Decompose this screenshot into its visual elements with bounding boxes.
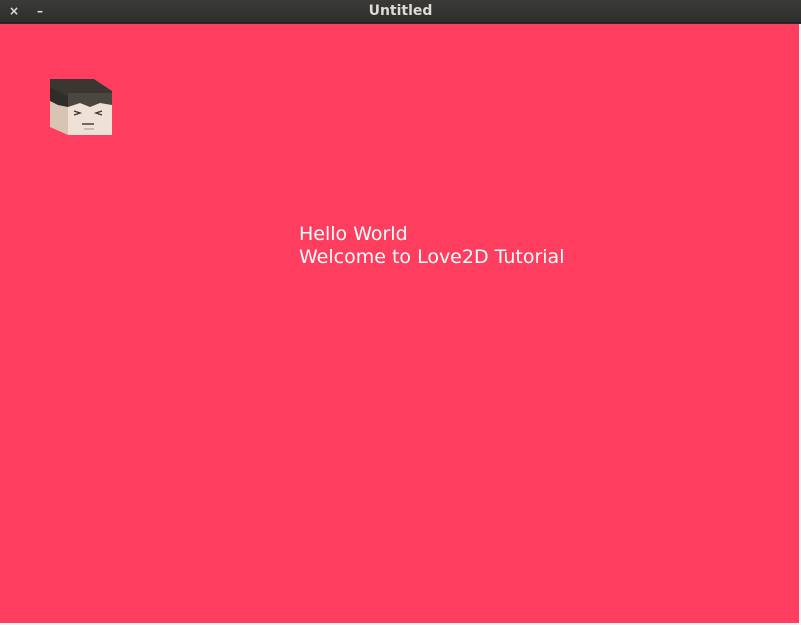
character-head-sprite — [50, 77, 114, 135]
welcome-text: Welcome to Love2D Tutorial — [299, 246, 565, 268]
game-canvas[interactable] — [0, 24, 799, 624]
close-icon[interactable]: × — [6, 3, 22, 19]
minimize-icon[interactable]: – — [32, 3, 48, 19]
title-bar[interactable]: × – Untitled — [0, 0, 801, 23]
app-window: × – Untitled Hello World Welcome to Love… — [0, 0, 801, 625]
window-title: Untitled — [368, 3, 433, 19]
character-head-icon — [50, 79, 112, 135]
hello-world-text: Hello World — [299, 223, 408, 245]
